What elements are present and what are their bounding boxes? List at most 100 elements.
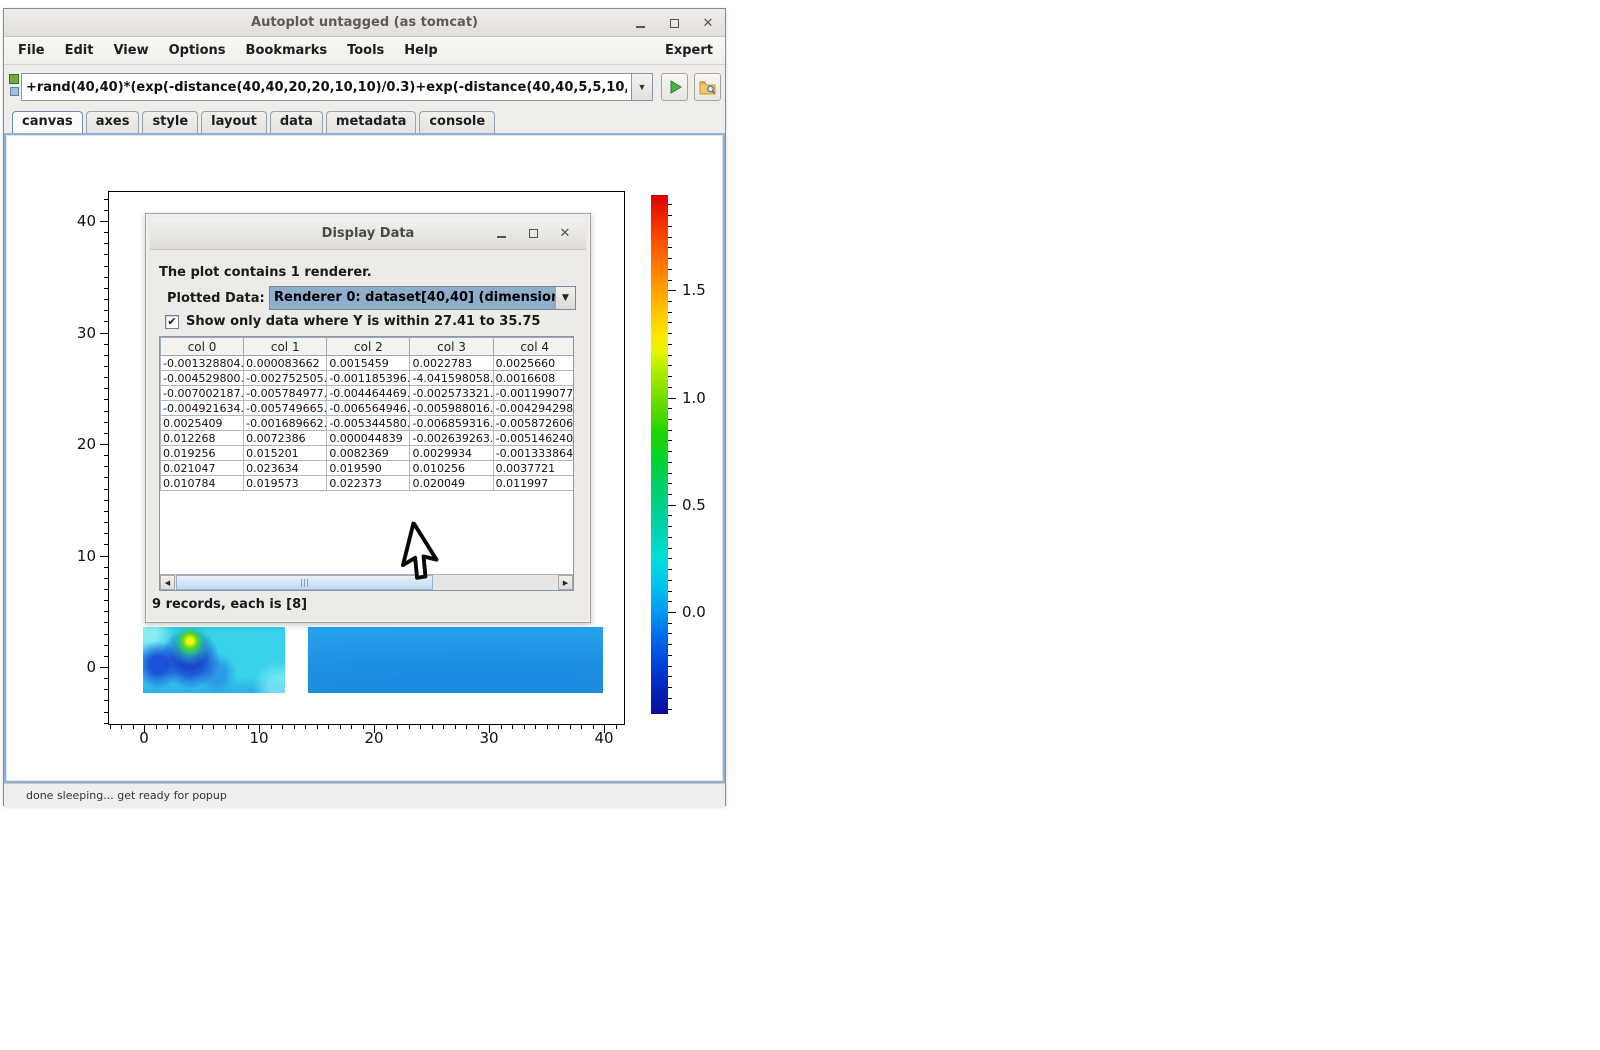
scroll-left-button[interactable]: ◀ xyxy=(160,575,175,590)
tab-axes[interactable]: axes xyxy=(86,111,140,133)
scrollbar-thumb[interactable] xyxy=(176,575,433,590)
table-cell[interactable]: 0.023634 xyxy=(244,461,327,476)
table-cell[interactable]: -0.004294298... xyxy=(493,401,574,416)
dialog-minimize-button[interactable] xyxy=(494,227,508,241)
table-cell[interactable]: -0.005784977... xyxy=(244,386,327,401)
table-row[interactable]: 0.0025409-0.001689662...-0.005344580...-… xyxy=(161,416,575,431)
plotted-data-select[interactable]: Renderer 0: dataset[40,40] (dimension...… xyxy=(269,286,576,310)
dialog-titlebar[interactable]: Display Data ✕ xyxy=(150,218,586,250)
table-cell[interactable]: -0.005146240... xyxy=(493,431,574,446)
table-cell[interactable]: -0.001333864... xyxy=(493,446,574,461)
maximize-button[interactable] xyxy=(667,16,681,30)
table-cell[interactable]: 0.0082369 xyxy=(327,446,410,461)
menu-bookmarks[interactable]: Bookmarks xyxy=(236,39,338,62)
menu-options[interactable]: Options xyxy=(159,39,236,62)
column-header[interactable]: col 0 xyxy=(161,338,244,356)
table-row[interactable]: -0.004529800...-0.002752505...-0.0011853… xyxy=(161,371,575,386)
column-header[interactable]: col 4 xyxy=(493,338,574,356)
table-cell[interactable]: 0.010784 xyxy=(161,476,244,491)
table-cell[interactable]: -0.006859316... xyxy=(410,416,493,431)
y-filter-checkbox[interactable]: ✔ xyxy=(165,315,179,329)
table-cell[interactable]: -0.005344580... xyxy=(327,416,410,431)
table-cell[interactable]: -0.001328804... xyxy=(161,356,244,371)
table-cell[interactable]: 0.012268 xyxy=(161,431,244,446)
table-cell[interactable]: 0.010256 xyxy=(410,461,493,476)
table-cell[interactable]: -0.001185396... xyxy=(327,371,410,386)
tab-data[interactable]: data xyxy=(270,111,323,133)
column-header[interactable]: col 3 xyxy=(410,338,493,356)
table-cell[interactable]: 0.015201 xyxy=(244,446,327,461)
uri-input[interactable] xyxy=(21,73,631,101)
table-cell[interactable]: 0.000044839 xyxy=(327,431,410,446)
table-cell[interactable]: 0.021047 xyxy=(161,461,244,476)
table-cell[interactable]: -0.002752505... xyxy=(244,371,327,386)
table-cell[interactable]: 0.000083662 xyxy=(244,356,327,371)
table-cell[interactable]: 0.0015459 xyxy=(327,356,410,371)
table-cell[interactable]: -0.005988016... xyxy=(410,401,493,416)
table-cell[interactable]: 0.0025660 xyxy=(493,356,574,371)
window-titlebar[interactable]: Autoplot untagged (as tomcat) ✕ xyxy=(4,9,725,37)
menu-view[interactable]: View xyxy=(103,39,158,62)
table-cell[interactable]: -0.001199077... xyxy=(493,386,574,401)
menu-file[interactable]: File xyxy=(8,39,55,62)
table-row[interactable]: -0.007002187...-0.005784977...-0.0044644… xyxy=(161,386,575,401)
table-cell[interactable]: -0.004921634... xyxy=(161,401,244,416)
table-row[interactable]: -0.001328804...0.0000836620.00154590.002… xyxy=(161,356,575,371)
data-table[interactable]: col 0col 1col 2col 3col 4 -0.001328804..… xyxy=(160,337,574,491)
table-cell[interactable]: 0.0016608 xyxy=(493,371,574,386)
tab-metadata[interactable]: metadata xyxy=(326,111,416,133)
table-cell[interactable]: -0.004529800... xyxy=(161,371,244,386)
x-tick-label: 30 xyxy=(469,729,509,747)
minimize-button[interactable] xyxy=(633,16,647,30)
tab-style[interactable]: style xyxy=(142,111,198,133)
horizontal-scrollbar[interactable]: ◀ ▶ xyxy=(160,574,573,590)
dialog-maximize-button[interactable] xyxy=(526,227,540,241)
table-cell[interactable]: -0.005749665... xyxy=(244,401,327,416)
table-cell[interactable]: -0.001689662... xyxy=(244,416,327,431)
table-cell[interactable]: 0.019573 xyxy=(244,476,327,491)
close-button[interactable]: ✕ xyxy=(701,16,715,30)
column-header[interactable]: col 1 xyxy=(244,338,327,356)
scroll-right-button[interactable]: ▶ xyxy=(558,575,573,590)
dialog-close-button[interactable]: ✕ xyxy=(558,227,572,241)
menu-tools[interactable]: Tools xyxy=(337,39,394,62)
tab-console[interactable]: console xyxy=(419,111,495,133)
table-cell[interactable]: -0.006564946... xyxy=(327,401,410,416)
table-cell[interactable]: -0.007002187... xyxy=(161,386,244,401)
table-row[interactable]: -0.004921634...-0.005749665...-0.0065649… xyxy=(161,401,575,416)
menu-help[interactable]: Help xyxy=(394,39,447,62)
table-cell[interactable]: -4.041598058... xyxy=(410,371,493,386)
tab-canvas[interactable]: canvas xyxy=(12,111,83,133)
uri-history-dropdown-button[interactable]: ▼ xyxy=(631,73,653,101)
table-cell[interactable]: -0.005872606... xyxy=(493,416,574,431)
column-header[interactable]: col 2 xyxy=(327,338,410,356)
table-row[interactable]: 0.0107840.0195730.0223730.0200490.011997… xyxy=(161,476,575,491)
menu-expert[interactable]: Expert xyxy=(665,43,713,58)
table-cell[interactable]: 0.0037721 xyxy=(493,461,574,476)
table-cell[interactable]: 0.0025409 xyxy=(161,416,244,431)
table-cell[interactable]: 0.020049 xyxy=(410,476,493,491)
y-filter-row[interactable]: ✔ Show only data where Y is within 27.41… xyxy=(165,314,540,329)
menu-edit[interactable]: Edit xyxy=(55,39,104,62)
table-cell[interactable]: -0.002639263... xyxy=(410,431,493,446)
table-cell[interactable]: 0.019590 xyxy=(327,461,410,476)
scrollbar-track[interactable] xyxy=(175,575,558,590)
table-cell[interactable]: -0.004464469... xyxy=(327,386,410,401)
inspect-uri-button[interactable] xyxy=(694,73,721,101)
table-cell[interactable]: -0.002573321... xyxy=(410,386,493,401)
table-cell[interactable]: 0.011997 xyxy=(493,476,574,491)
table-cell[interactable]: 0.022373 xyxy=(327,476,410,491)
table-cell[interactable]: 0.0022783 xyxy=(410,356,493,371)
plot-canvas[interactable]: 010203040 010203040 0.00.51.01.5 Display… xyxy=(4,133,725,783)
table-row[interactable]: 0.0192560.0152010.00823690.0029934-0.001… xyxy=(161,446,575,461)
table-cell[interactable]: 0.0029934 xyxy=(410,446,493,461)
table-cell[interactable]: 0.019256 xyxy=(161,446,244,461)
table-row[interactable]: 0.0122680.00723860.000044839-0.002639263… xyxy=(161,431,575,446)
go-plot-button[interactable] xyxy=(661,73,688,101)
chevron-down-icon[interactable]: ▼ xyxy=(555,287,575,309)
tab-layout[interactable]: layout xyxy=(201,111,267,133)
table-cell[interactable]: 0.0072386 xyxy=(244,431,327,446)
tick-mark xyxy=(340,725,341,729)
table-row[interactable]: 0.0210470.0236340.0195900.0102560.003772… xyxy=(161,461,575,476)
colorbar[interactable] xyxy=(651,195,668,714)
